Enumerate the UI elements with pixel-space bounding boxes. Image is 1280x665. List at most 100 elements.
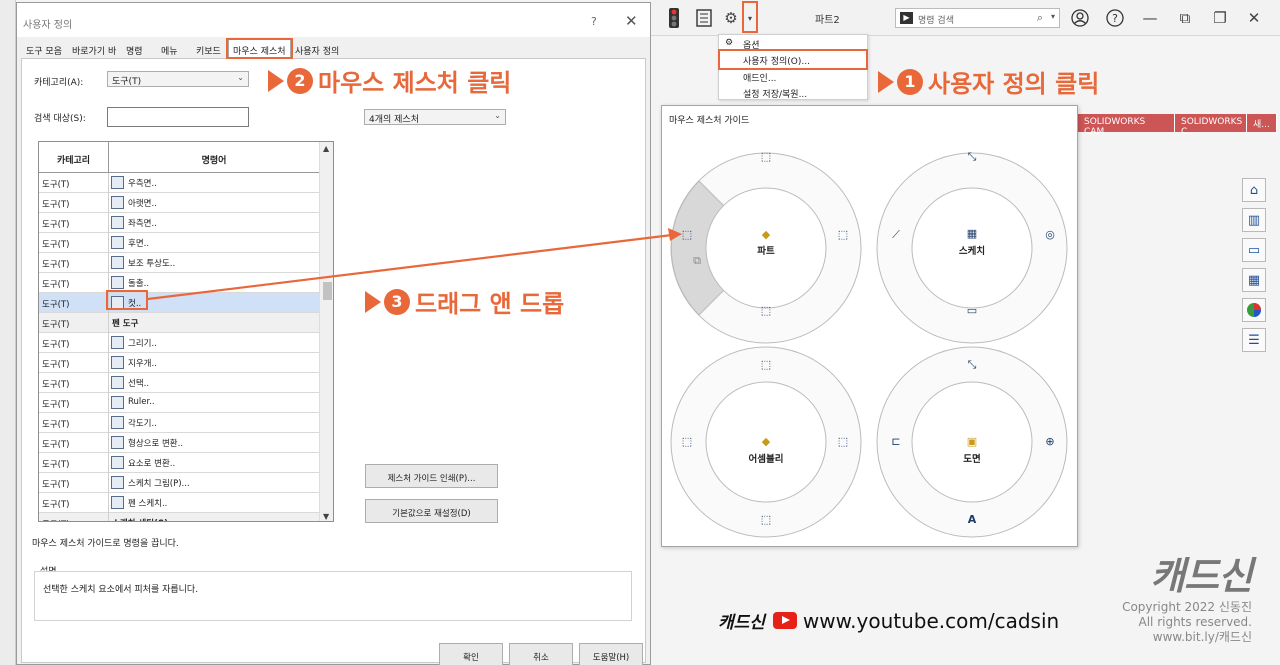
table-row[interactable]: 도구(T) 스케치 그림(P)... <box>39 473 319 493</box>
appearances-icon[interactable] <box>1242 298 1266 322</box>
site-text: www.bit.ly/캐드신 <box>1152 630 1252 644</box>
row-command: 우측면.. <box>128 179 157 189</box>
row-command: 각도기.. <box>128 419 157 429</box>
ring-assembly-label: 어셈블리 <box>748 454 784 465</box>
tab-shortcut-bars[interactable]: 바로가기 바 <box>72 40 116 58</box>
chevron-down-icon: ⌄ <box>237 73 244 82</box>
category-select[interactable]: 도구(T) ⌄ <box>107 71 249 87</box>
cut-icon[interactable]: ⧉ <box>690 254 704 268</box>
reset-default-button[interactable]: 기본값으로 재설정(D) <box>365 499 498 523</box>
table-row[interactable]: 도구(T) 각도기.. <box>39 413 319 433</box>
note-icon[interactable]: A <box>965 513 979 527</box>
bottom-view-icon[interactable]: ⬚ <box>759 513 773 527</box>
rights-text: All rights reserved. <box>1138 615 1253 629</box>
search-icon[interactable]: ⌕ <box>1037 11 1043 25</box>
mouse-gesture-guide: 마우스 제스처 가이드 ⬚ ⬚ ⬚ ⬚ ⧉ ◆ 파트 ⤡ ⟋ ◎ ▭ ▦ 스케치… <box>661 105 1078 547</box>
table-scrollbar[interactable]: ▲ ▼ <box>319 142 333 521</box>
line-icon[interactable]: ⟋ <box>889 228 903 242</box>
column-header-category[interactable]: 카테고리 <box>39 142 109 173</box>
table-row[interactable]: 도구(T)스케치 세팅(S) <box>39 513 319 521</box>
home-icon[interactable]: ⌂ <box>1242 178 1266 202</box>
tab-new[interactable]: 새... <box>1247 114 1277 132</box>
scroll-down-icon[interactable]: ▼ <box>323 512 329 521</box>
gesture-count-select[interactable]: 4개의 제스처 ⌄ <box>364 109 506 125</box>
design-library-icon[interactable]: ▥ <box>1242 208 1266 232</box>
right-view-icon[interactable]: ⬚ <box>836 228 850 242</box>
tab-commands[interactable]: 명령 <box>126 40 143 58</box>
tab-toolbars[interactable]: 도구 모음 <box>26 40 62 58</box>
search-prefix-icon: ▶ <box>900 12 913 24</box>
scroll-thumb[interactable] <box>323 282 332 300</box>
smart-dimension-icon[interactable]: ⤡ <box>965 358 979 372</box>
left-view-icon[interactable]: ⬚ <box>680 228 694 242</box>
smart-dimension-icon[interactable]: ⤡ <box>965 150 979 164</box>
table-row[interactable]: 도구(T) 요소로 변환.. <box>39 453 319 473</box>
file-explorer-icon[interactable]: ▭ <box>1242 238 1266 262</box>
pointer-arrow-icon <box>365 290 381 313</box>
print-guide-button[interactable]: 제스처 가이드 인쇄(P)... <box>365 464 498 488</box>
svg-text:?: ? <box>1112 12 1118 25</box>
table-row[interactable]: 도구(T) 펜 도구 <box>39 313 319 333</box>
tab-customization[interactable]: 사용자 정의 <box>295 40 339 58</box>
step-text: 드래그 앤 드롭 <box>415 290 565 318</box>
tab-solidworks-c[interactable]: SOLIDWORKS C... <box>1175 114 1247 137</box>
command-search-input[interactable]: ▶ 명령 검색 ⌕ ▾ <box>895 8 1060 28</box>
top-view-icon[interactable]: ⬚ <box>759 358 773 372</box>
table-row[interactable]: 도구(T) 형상으로 변환.. <box>39 433 319 453</box>
column-header-command[interactable]: 명령어 <box>109 142 319 173</box>
tab-solidworks-cam[interactable]: SOLIDWORKS CAM <box>1078 114 1175 137</box>
rectangle-icon[interactable]: ▭ <box>965 304 979 318</box>
restore-icon[interactable]: ⧉ <box>1175 8 1195 28</box>
table-row[interactable]: 도구(T) 우측면.. <box>39 173 319 193</box>
table-row[interactable]: 도구(T) 지우개.. <box>39 353 319 373</box>
tab-keyboard[interactable]: 키보드 <box>196 40 221 58</box>
custom-properties-icon[interactable]: ☰ <box>1242 328 1266 352</box>
maximize-icon[interactable]: ❐ <box>1210 8 1230 28</box>
row-command: 보조 투상도.. <box>128 259 176 269</box>
help-icon[interactable]: ? <box>1105 8 1125 28</box>
ok-button[interactable]: 확인 <box>439 643 503 665</box>
search-dropdown-icon[interactable]: ▾ <box>1051 12 1055 21</box>
cancel-button[interactable]: 취소 <box>509 643 573 665</box>
tab-menus[interactable]: 메뉴 <box>161 40 178 58</box>
options-list-icon[interactable] <box>694 8 714 28</box>
circle-icon[interactable]: ◎ <box>1043 228 1057 242</box>
menu-item-save-restore[interactable]: 설정 저장/복원... <box>743 87 807 100</box>
table-row[interactable]: 도구(T) 좌측면.. <box>39 213 319 233</box>
category-value: 도구(T) <box>112 77 142 87</box>
table-row[interactable]: 도구(T) 펜 스케치.. <box>39 493 319 513</box>
view-palette-icon[interactable]: ▦ <box>1242 268 1266 292</box>
row-category: 도구(T) <box>39 173 109 193</box>
scroll-up-icon[interactable]: ▲ <box>323 144 329 153</box>
help-button[interactable]: 도움말(H) <box>579 643 643 665</box>
gear-icon[interactable]: ⚙ <box>721 8 741 28</box>
minimize-icon[interactable]: — <box>1140 8 1160 28</box>
close-icon[interactable]: ✕ <box>1244 8 1264 28</box>
table-row[interactable]: 도구(T) Ruler.. <box>39 393 319 413</box>
table-row[interactable]: 도구(T) 그리기.. <box>39 333 319 353</box>
yt-url[interactable]: www.youtube.com/cadsin <box>803 609 1059 633</box>
menu-item-addins[interactable]: 애드인... <box>743 71 776 84</box>
dialog-close-button[interactable]: ✕ <box>625 12 638 30</box>
command-table: 카테고리 명령어 도구(T) 우측면.. 도구(T) 아랫면.. 도구(T) 좌측면.. 도… <box>38 141 334 522</box>
left-view-icon[interactable]: ⬚ <box>680 435 694 449</box>
right-view-icon[interactable]: ⬚ <box>836 435 850 449</box>
detail-icon[interactable]: ⊕ <box>1043 435 1057 449</box>
bottom-view-icon[interactable]: ⬚ <box>759 304 773 318</box>
table-row[interactable]: 도구(T) 컷.. <box>39 293 319 313</box>
dialog-help-button[interactable]: ? <box>591 15 597 28</box>
dropdown-highlight <box>742 1 758 33</box>
assembly-icon: ◆ <box>761 435 771 448</box>
search-input[interactable] <box>107 107 249 127</box>
user-icon[interactable] <box>1070 8 1090 28</box>
table-row[interactable]: 도구(T) 후면.. <box>39 233 319 253</box>
traffic-light-icon[interactable] <box>664 8 684 28</box>
top-view-icon[interactable]: ⬚ <box>759 150 773 164</box>
row-command: 좌측면.. <box>128 219 157 229</box>
table-row[interactable]: 도구(T) 아랫면.. <box>39 193 319 213</box>
table-row[interactable]: 도구(T) 돌출.. <box>39 273 319 293</box>
table-row[interactable]: 도구(T) 선택.. <box>39 373 319 393</box>
hint-text: 마우스 제스처 가이드로 명령을 끕니다. <box>32 539 179 549</box>
section-icon[interactable]: ⊏ <box>889 435 903 449</box>
table-row[interactable]: 도구(T) 보조 투상도.. <box>39 253 319 273</box>
